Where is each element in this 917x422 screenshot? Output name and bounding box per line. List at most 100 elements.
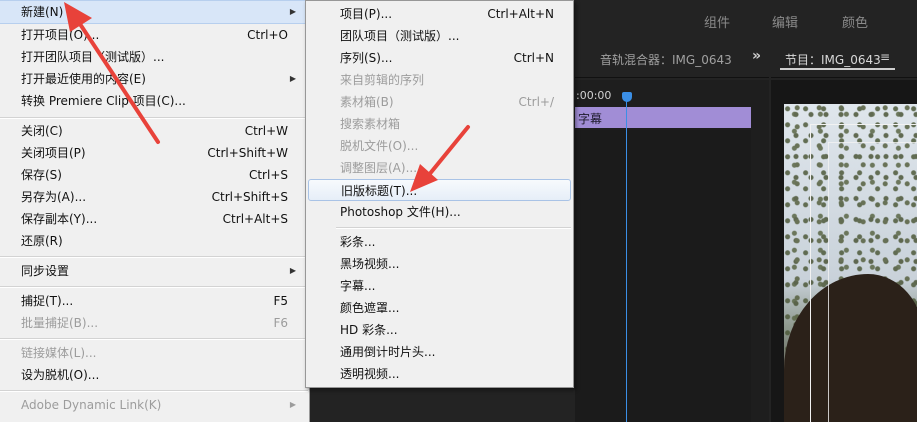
menu-item-save[interactable]: 保存(S) Ctrl+S (0, 164, 308, 186)
submenu-item-black-video[interactable]: 黑场视频... (306, 253, 573, 275)
menu-item-label: 通用倒计时片头... (340, 345, 436, 359)
menu-item-label: 捕捉(T)... (21, 294, 74, 308)
caption-clip[interactable]: 字幕 (575, 107, 751, 128)
menu-item-shortcut: F6 (273, 316, 288, 330)
menu-item-save-as[interactable]: 另存为(A)... Ctrl+Shift+S (0, 186, 308, 208)
menu-item-shortcut: Ctrl+Alt+S (222, 212, 288, 226)
safe-title-line (828, 142, 917, 143)
menu-item-label: 字幕... (340, 279, 376, 293)
submenu-item-adjustment-layer[interactable]: 调整图层(A)... (306, 157, 573, 179)
submenu-item-photoshop-file[interactable]: Photoshop 文件(H)... (306, 201, 573, 223)
menu-item-label: 新建(N) (21, 5, 64, 19)
playhead-handle[interactable] (622, 92, 632, 102)
menu-item-close[interactable]: 关闭(C) Ctrl+W (0, 120, 308, 142)
submenu-item-legacy-title[interactable]: 旧版标题(T)... (308, 179, 571, 201)
submenu-item-search-bin[interactable]: 搜索素材箱 (306, 113, 573, 135)
workspace-tab-editing[interactable]: 编辑 (772, 12, 798, 31)
menu-item-shortcut: Ctrl+O (247, 28, 288, 42)
menu-item-label: 素材箱(B) (340, 95, 394, 109)
timeline-track-area[interactable] (575, 130, 751, 422)
menu-item-open-team-project[interactable]: 打开团队项目（测试版）... (0, 46, 308, 68)
menu-item-make-offline[interactable]: 设为脱机(O)... (0, 364, 308, 386)
safe-margin-line (810, 124, 917, 125)
safe-title-line (828, 142, 829, 422)
menu-item-label: 序列(S)... (340, 51, 393, 65)
menu-item-label: 脱机文件(O)... (340, 139, 419, 153)
menu-item-shortcut: Ctrl+N (513, 51, 554, 65)
submenu-item-transparent-video[interactable]: 透明视频... (306, 363, 573, 385)
workspace-tab-assembly[interactable]: 组件 (704, 12, 730, 31)
submenu-arrow-icon: ▶ (289, 7, 296, 16)
menu-separator (0, 256, 308, 257)
program-monitor-tab[interactable]: 节目：IMG_0643 (785, 51, 881, 68)
menu-item-label: 链接媒体(L)... (21, 346, 97, 360)
program-video-frame (784, 104, 917, 422)
menu-item-convert-clip[interactable]: 转换 Premiere Clip 项目(C)... (0, 90, 308, 112)
menu-item-label: 保存副本(Y)... (21, 212, 98, 226)
menu-item-label: 关闭项目(P) (21, 146, 86, 160)
menu-item-label: 搜索素材箱 (340, 117, 401, 131)
menu-item-label: 关闭(C) (21, 124, 63, 138)
menu-separator (0, 286, 308, 287)
submenu-item-sequence[interactable]: 序列(S)... Ctrl+N (306, 47, 573, 69)
workspace-tab-color[interactable]: 颜色 (842, 12, 868, 31)
submenu-item-hd-bars[interactable]: HD 彩条... (306, 319, 573, 341)
submenu-arrow-icon: ▶ (289, 266, 296, 275)
submenu-item-offline-file[interactable]: 脱机文件(O)... (306, 135, 573, 157)
menu-item-label: 颜色遮罩... (340, 301, 400, 315)
menu-item-dynamic-link[interactable]: Adobe Dynamic Link(K) ▶ (0, 394, 308, 416)
menu-item-label: 打开团队项目（测试版）... (21, 50, 165, 64)
menu-item-shortcut: Ctrl+W (244, 124, 288, 138)
file-menu: 新建(N) ▶ 打开项目(O)... Ctrl+O 打开团队项目（测试版）...… (0, 0, 310, 422)
timeline-timecode: :00:00 (576, 89, 612, 102)
submenu-arrow-icon: ▶ (289, 74, 296, 83)
menu-item-label: 同步设置 (21, 264, 70, 278)
submenu-item-team-project[interactable]: 团队项目（测试版）... (306, 25, 573, 47)
menu-separator (0, 117, 308, 118)
menu-item-sync-settings[interactable]: 同步设置 ▶ (0, 260, 308, 282)
submenu-item-captions[interactable]: 字幕... (306, 275, 573, 297)
menu-item-label: 转换 Premiere Clip 项目(C)... (21, 94, 186, 108)
menu-item-label: 保存(S) (21, 168, 62, 182)
menu-item-link-media[interactable]: 链接媒体(L)... (0, 342, 308, 364)
submenu-item-bin[interactable]: 素材箱(B) Ctrl+/ (306, 91, 573, 113)
menu-item-label: Adobe Dynamic Link(K) (21, 398, 162, 412)
menu-item-shortcut: F5 (273, 294, 288, 308)
safe-margin-line (810, 124, 811, 422)
menu-item-new[interactable]: 新建(N) ▶ (0, 0, 309, 24)
program-tab-underline (780, 68, 895, 70)
submenu-item-sequence-from-clip[interactable]: 来自剪辑的序列 (306, 69, 573, 91)
menu-item-label: 项目(P)... (340, 7, 393, 21)
new-submenu: 项目(P)... Ctrl+Alt+N 团队项目（测试版）... 序列(S)..… (305, 0, 574, 388)
menu-item-shortcut: Ctrl+Shift+W (207, 146, 288, 160)
panel-overflow-icon[interactable]: » (752, 48, 761, 64)
menu-separator (336, 227, 571, 228)
audio-mixer-tab[interactable]: 音轨混合器：IMG_0643 (600, 51, 732, 68)
menu-item-open-recent[interactable]: 打开最近使用的内容(E) ▶ (0, 68, 308, 90)
menu-separator (0, 390, 308, 391)
menu-item-save-copy[interactable]: 保存副本(Y)... Ctrl+Alt+S (0, 208, 308, 230)
menu-item-revert[interactable]: 还原(R) (0, 230, 308, 252)
menu-item-label: 来自剪辑的序列 (340, 73, 425, 87)
menu-item-shortcut: Ctrl+S (248, 168, 288, 182)
submenu-arrow-icon: ▶ (289, 400, 296, 409)
submenu-item-project[interactable]: 项目(P)... Ctrl+Alt+N (306, 3, 573, 25)
menu-item-capture[interactable]: 捕捉(T)... F5 (0, 290, 308, 312)
menu-item-label: HD 彩条... (340, 323, 398, 337)
menu-item-label: 调整图层(A)... (340, 161, 418, 175)
menu-item-label: 透明视频... (340, 367, 400, 381)
submenu-item-color-matte[interactable]: 颜色遮罩... (306, 297, 573, 319)
menu-item-open-project[interactable]: 打开项目(O)... Ctrl+O (0, 24, 308, 46)
menu-item-label: Photoshop 文件(H)... (340, 205, 461, 219)
submenu-item-bars-and-tone[interactable]: 彩条... (306, 231, 573, 253)
submenu-item-countdown-leader[interactable]: 通用倒计时片头... (306, 341, 573, 363)
menu-item-label: 旧版标题(T)... (341, 184, 418, 198)
playhead-line (626, 100, 627, 422)
menu-item-close-project[interactable]: 关闭项目(P) Ctrl+Shift+W (0, 142, 308, 164)
menu-item-label: 团队项目（测试版）... (340, 29, 460, 43)
menu-item-label: 还原(R) (21, 234, 63, 248)
panel-menu-icon[interactable]: ≡ (880, 50, 890, 64)
menu-item-label: 另存为(A)... (21, 190, 87, 204)
menu-item-batch-capture[interactable]: 批量捕捉(B)... F6 (0, 312, 308, 334)
menu-item-shortcut: Ctrl+Alt+N (487, 7, 554, 21)
